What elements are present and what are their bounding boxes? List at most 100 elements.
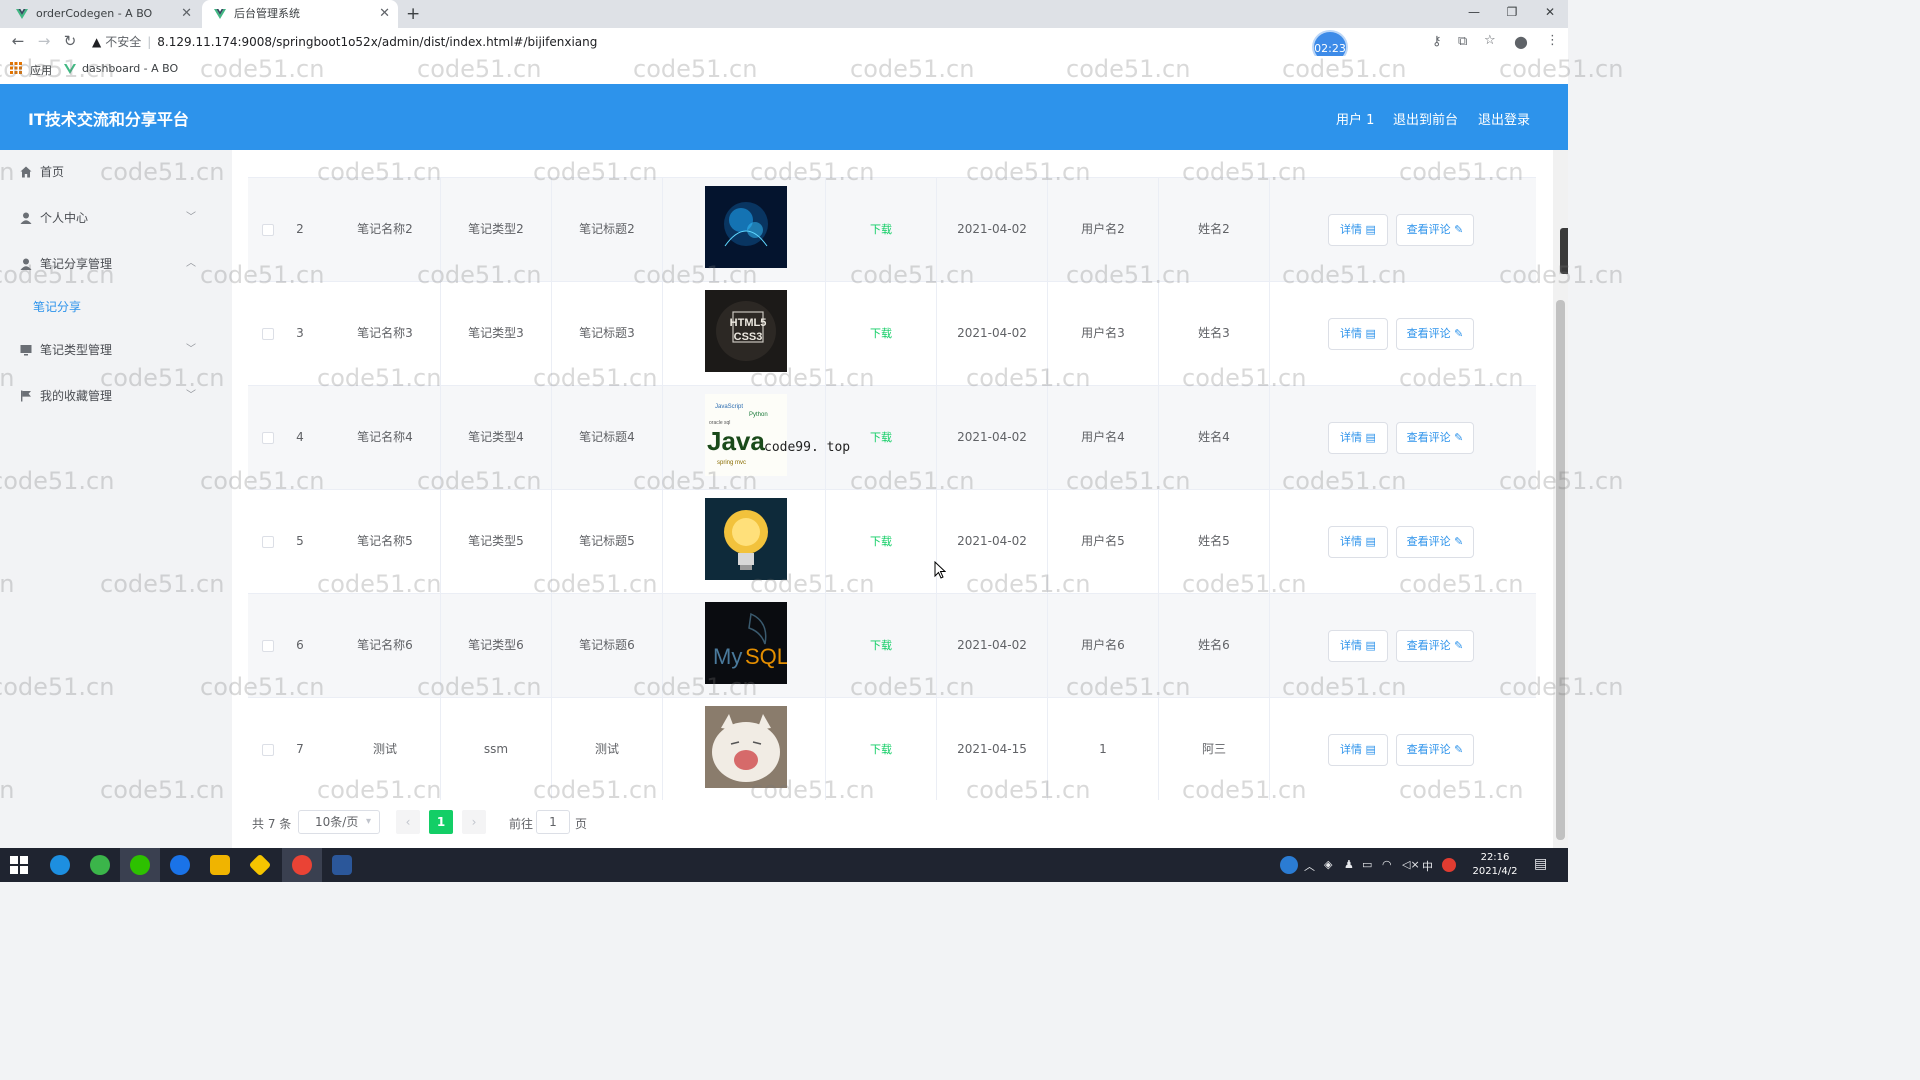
row-checkbox[interactable] <box>262 328 274 340</box>
windows-start-icon[interactable] <box>10 856 30 876</box>
svg-text:Java: Java <box>707 426 765 456</box>
next-page-button[interactable]: › <box>462 810 486 834</box>
detail-button[interactable]: 详情 ▤ <box>1328 422 1388 454</box>
detail-button[interactable]: 详情 ▤ <box>1328 526 1388 558</box>
folder-icon[interactable] <box>210 855 230 875</box>
ime-indicator[interactable]: 中 <box>1422 858 1433 874</box>
download-link[interactable]: 下载 <box>870 223 892 236</box>
download-link[interactable]: 下载 <box>870 639 892 652</box>
view-comments-button[interactable]: 查看评论 ✎ <box>1396 734 1474 766</box>
sidebar-item-home[interactable]: 首页 <box>0 157 232 187</box>
detail-button[interactable]: 详情 ▤ <box>1328 318 1388 350</box>
download-link[interactable]: 下载 <box>870 327 892 340</box>
sidebar-item-note-type-mgmt[interactable]: 笔记类型管理 ﹀ <box>0 335 232 365</box>
detail-button[interactable]: 详情 ▤ <box>1328 734 1388 766</box>
note-image-cell: JavaScript Python oracle sql Java spring mvc <box>663 386 826 489</box>
date-cell: 2021-04-02 <box>937 282 1048 385</box>
logout-link[interactable]: 退出登录 <box>1478 109 1530 128</box>
key-icon[interactable]: ⚷ <box>1432 34 1442 49</box>
scrollbar-thumb[interactable] <box>1556 300 1565 840</box>
note-thumbnail-html5-css3[interactable]: HTML5 CSS3 <box>705 290 787 372</box>
detail-button[interactable]: 详情 ▤ <box>1328 630 1388 662</box>
battery-icon[interactable]: ▭ <box>1362 858 1372 871</box>
browser-tab-ordercodegen[interactable]: orderCodegen - A BO ✕ <box>4 0 200 28</box>
word-icon[interactable] <box>332 855 352 875</box>
sidebar-item-personal-center[interactable]: 个人中心 ﹀ <box>0 203 232 233</box>
row-checkbox[interactable] <box>262 224 274 236</box>
exit-to-frontend-link[interactable]: 退出到前台 <box>1393 109 1458 128</box>
menu-dots-icon[interactable]: ⋮ <box>1546 33 1559 48</box>
note-thumbnail-ai-brain[interactable] <box>705 186 787 268</box>
bookmark-apps[interactable]: 应用 <box>30 62 52 78</box>
sidebar-item-note-share-mgmt[interactable]: 笔记分享管理 ︿ <box>0 249 232 279</box>
note-thumbnail-mysql[interactable]: My SQL <box>705 602 787 684</box>
translate-icon[interactable]: ⧉ <box>1458 34 1467 49</box>
sogou-ime-icon[interactable] <box>1442 858 1456 872</box>
new-tab-button[interactable]: + <box>406 0 420 28</box>
minimize-icon[interactable]: — <box>1454 0 1494 24</box>
detail-button[interactable]: 详情 ▤ <box>1328 214 1388 246</box>
shield-icon[interactable]: ◈ <box>1324 858 1332 871</box>
row-checkbox[interactable] <box>262 640 274 652</box>
sidebar-subitem-note-share[interactable]: 笔记分享 <box>0 292 232 322</box>
back-icon[interactable]: ← <box>8 32 28 50</box>
url-field[interactable]: ▲ 不安全 | 8.129.11.174:9008/springboot1o52x/a… <box>92 30 1292 54</box>
chrome-icon[interactable] <box>292 855 312 875</box>
realname-cell: 姓名2 <box>1159 178 1270 281</box>
row-checkbox[interactable] <box>262 536 274 548</box>
note-thumbnail-lightbulb[interactable] <box>705 498 787 580</box>
download-link[interactable]: 下载 <box>870 431 892 444</box>
view-comments-button[interactable]: 查看评论 ✎ <box>1396 630 1474 662</box>
note-thumbnail-java-wordcloud[interactable]: JavaScript Python oracle sql Java spring mvc <box>705 394 787 476</box>
apps-grid-icon[interactable] <box>10 62 22 77</box>
row-index: 5 <box>296 534 304 548</box>
download-link[interactable]: 下载 <box>870 535 892 548</box>
bookmark-dashboard[interactable]: dashboard - A BO <box>82 62 178 75</box>
view-comments-button[interactable]: 查看评论 ✎ <box>1396 422 1474 454</box>
person-tray-icon[interactable]: ♟ <box>1344 858 1354 871</box>
close-window-icon[interactable]: ✕ <box>1530 0 1570 24</box>
forward-icon[interactable]: → <box>34 32 54 50</box>
edge-browser-icon[interactable] <box>50 855 70 875</box>
page-number-current[interactable]: 1 <box>429 810 453 834</box>
edit-icon: ✎ <box>1454 431 1464 444</box>
view-comments-button[interactable]: 查看评论 ✎ <box>1396 214 1474 246</box>
page-size-select[interactable]: 10条/页 ▾ <box>298 810 380 834</box>
note-image-cell: HTML5 CSS3 <box>663 282 826 385</box>
warning-icon: ▲ <box>92 35 102 49</box>
close-tab-icon[interactable]: ✕ <box>379 0 390 28</box>
view-comments-button[interactable]: 查看评论 ✎ <box>1396 318 1474 350</box>
chevron-up-icon[interactable]: ︿ <box>1304 858 1315 874</box>
username-cell: 用户名4 <box>1048 386 1159 489</box>
sidebar-item-favorites-mgmt[interactable]: 我的收藏管理 ﹀ <box>0 381 232 411</box>
download-link[interactable]: 下载 <box>870 743 892 756</box>
wechat-icon[interactable] <box>130 855 150 875</box>
restore-icon[interactable]: ❐ <box>1492 0 1532 24</box>
profile-icon[interactable]: ● <box>1514 32 1528 51</box>
table-row: 4 笔记名称4 笔记类型4 笔记标题4 JavaScript Python orac… <box>248 386 1536 490</box>
realname-cell: 姓名6 <box>1159 594 1270 697</box>
yellow-app-icon[interactable] <box>248 853 272 877</box>
prev-page-button[interactable]: ‹ <box>396 810 420 834</box>
search-app-icon[interactable] <box>170 855 190 875</box>
reload-icon[interactable]: ↻ <box>60 32 80 50</box>
goto-page-input[interactable]: 1 <box>536 810 570 834</box>
help-icon[interactable] <box>1280 856 1298 874</box>
volume-icon[interactable]: ◁× <box>1402 858 1420 871</box>
home-icon <box>20 166 32 178</box>
side-handle[interactable] <box>1560 228 1568 274</box>
close-tab-icon[interactable]: ✕ <box>181 0 192 28</box>
green-app-icon[interactable] <box>90 855 110 875</box>
wifi-icon[interactable]: ◠ <box>1382 858 1392 871</box>
browser-tab-admin[interactable]: 后台管理系统 ✕ <box>202 0 398 28</box>
note-image-cell <box>663 490 826 593</box>
star-icon[interactable]: ☆ <box>1484 33 1496 48</box>
note-thumbnail-cat-photo[interactable] <box>705 706 787 788</box>
notification-icon[interactable]: ▤ <box>1534 856 1547 872</box>
taskbar-clock[interactable]: 22:16 2021/4/2 <box>1470 851 1520 879</box>
view-comments-button[interactable]: 查看评论 ✎ <box>1396 526 1474 558</box>
edit-icon: ✎ <box>1454 223 1464 236</box>
current-user-link[interactable]: 用户 1 <box>1336 109 1374 128</box>
row-checkbox[interactable] <box>262 744 274 756</box>
row-checkbox[interactable] <box>262 432 274 444</box>
